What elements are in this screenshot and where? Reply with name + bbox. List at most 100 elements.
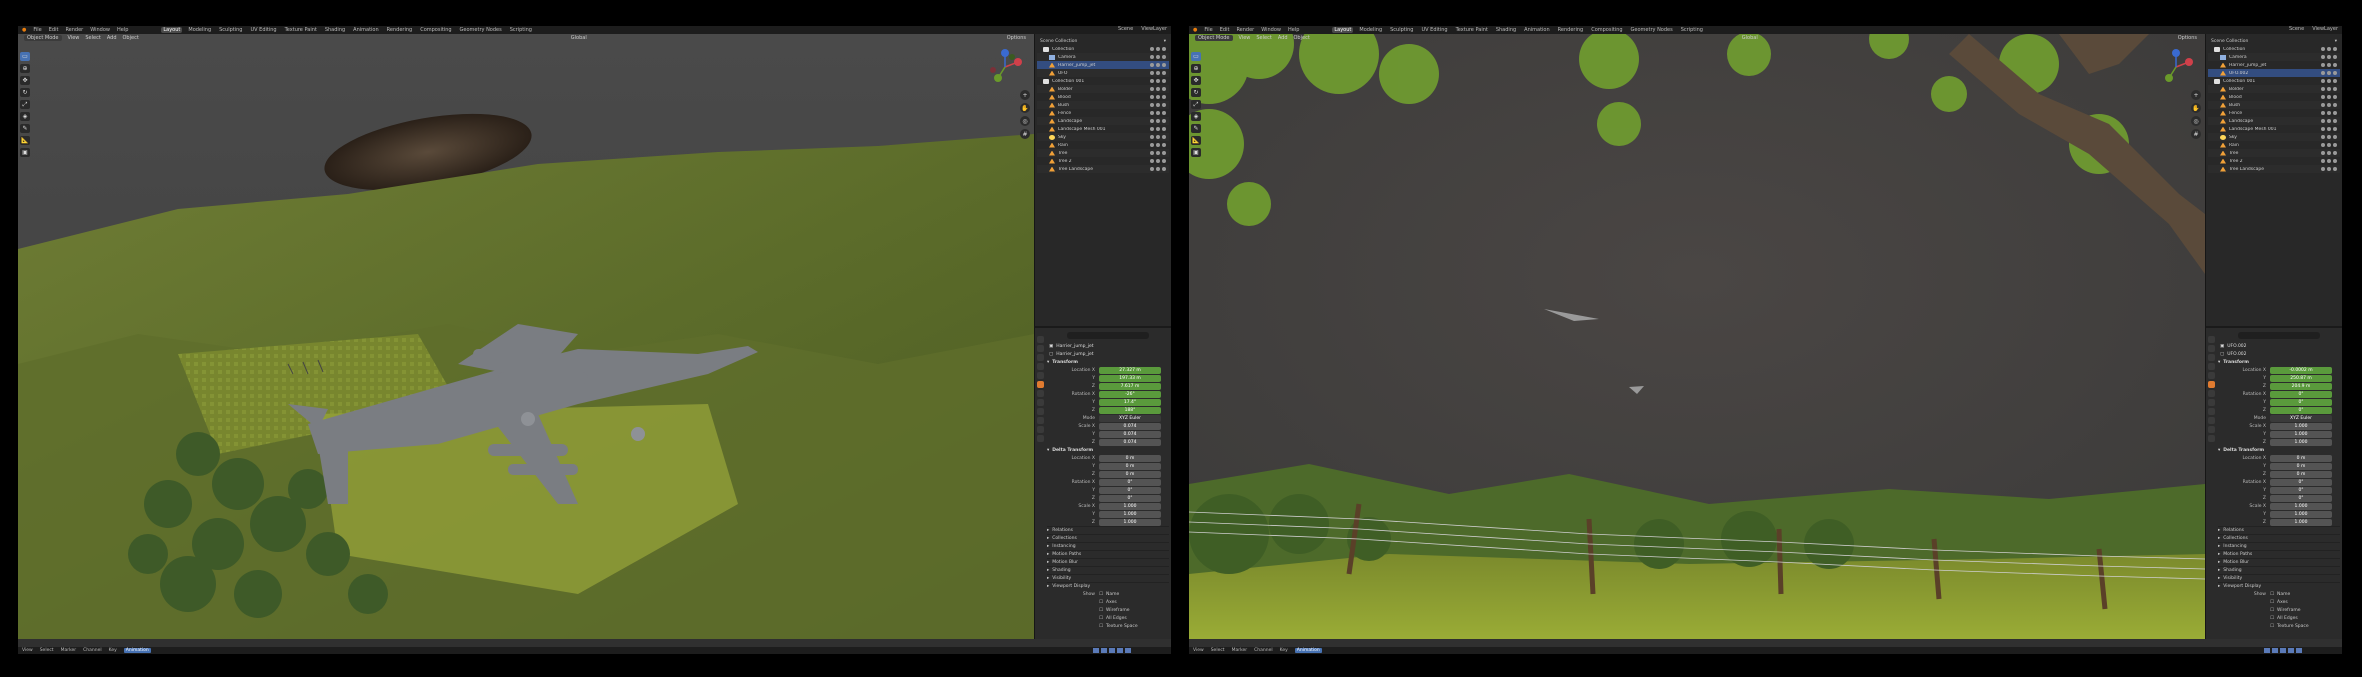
section-collapsed[interactable]: ▸ Collections (2218, 534, 2340, 542)
object-tab-icon[interactable] (2207, 381, 2215, 388)
camera-render-icon[interactable] (1162, 127, 1166, 131)
viewport-menu-view[interactable]: View (68, 35, 80, 41)
playback-button-icon[interactable] (1117, 648, 1123, 653)
camera-render-icon[interactable] (1162, 151, 1166, 155)
eye-icon[interactable] (1156, 87, 1160, 91)
outliner-row[interactable]: Bush (2208, 101, 2340, 109)
camera-render-icon[interactable] (1162, 47, 1166, 51)
workspace-tab-modeling[interactable]: Modeling (186, 27, 213, 33)
delta-location-field[interactable]: 0 m (2270, 470, 2332, 478)
section-collapsed[interactable]: ▸ Motion Paths (1047, 550, 1169, 558)
timeline-menu-key[interactable]: Key (1280, 648, 1288, 653)
menu-render[interactable]: Render (65, 27, 83, 33)
checkbox-icon[interactable] (2321, 63, 2325, 67)
workspace-tab-rendering[interactable]: Rendering (1556, 27, 1586, 33)
checkbox-icon[interactable] (2321, 151, 2325, 155)
eye-icon[interactable] (1156, 71, 1160, 75)
camera-render-icon[interactable] (1162, 119, 1166, 123)
workspace-tab-geometry-nodes[interactable]: Geometry Nodes (458, 27, 504, 33)
outliner-row[interactable]: Landscape Mesh 001 (1037, 125, 1169, 133)
checkbox-icon[interactable] (1150, 55, 1154, 59)
mode-selector[interactable]: Object Mode (24, 35, 62, 41)
measure-icon[interactable]: 📐 (1191, 136, 1201, 145)
playback-button-icon[interactable] (2264, 648, 2270, 653)
rotate-icon[interactable]: ↻ (20, 88, 30, 97)
workspace-tab-sculpting[interactable]: Sculpting (217, 27, 244, 33)
viewport-menu-select[interactable]: Select (1256, 35, 1271, 41)
options-button[interactable]: Options (1007, 35, 1026, 41)
rotation-field[interactable]: 0° (2270, 406, 2332, 414)
eye-icon[interactable] (2327, 111, 2331, 115)
outliner-row[interactable]: Fence (2208, 109, 2340, 117)
eye-icon[interactable] (2327, 47, 2331, 51)
outliner-row[interactable]: Collection 001 (1037, 77, 1169, 85)
rotation-mode-dropdown[interactable]: XYZ Euler (1099, 414, 1161, 422)
checkbox-icon[interactable] (2321, 87, 2325, 91)
checkbox-icon[interactable] (1150, 151, 1154, 155)
checkbox-icon[interactable] (2321, 111, 2325, 115)
section-transform_header[interactable]: ▾ Transform (2218, 358, 2340, 366)
viewport-menu-add[interactable]: Add (107, 35, 117, 41)
outliner-row[interactable]: Tree 2 (2208, 157, 2340, 165)
timeline-menu-view[interactable]: View (1193, 648, 1204, 653)
filter-icon[interactable]: ▾ (1164, 39, 1166, 44)
checkbox-icon[interactable]: ☐ (2270, 600, 2274, 605)
delta-rotation-field[interactable]: 0° (2270, 478, 2332, 486)
blender-logo-icon[interactable]: ● (1193, 27, 1197, 33)
add-cube-icon[interactable]: ▣ (20, 148, 30, 157)
camera-render-icon[interactable] (1162, 55, 1166, 59)
navigation-gizmo-icon[interactable] (2157, 48, 2195, 86)
object-name[interactable]: Harrier_jump_jet (1056, 344, 1093, 349)
object-datablock-name[interactable]: Harrier_jump_jet (1056, 352, 1093, 357)
scale-field[interactable]: 0.074 (1099, 430, 1161, 438)
eye-icon[interactable] (1156, 55, 1160, 59)
checkbox-icon[interactable] (2321, 95, 2325, 99)
checkbox-icon[interactable] (1150, 119, 1154, 123)
camera-render-icon[interactable] (2333, 159, 2337, 163)
timeline-mode-selector[interactable]: Animation (123, 648, 151, 653)
eye-icon[interactable] (1156, 135, 1160, 139)
transform-icon[interactable]: ◈ (1191, 112, 1201, 121)
scene-selector[interactable]: Scene (1118, 26, 1133, 32)
viewport-menu-add[interactable]: Add (1278, 35, 1288, 41)
camera-render-icon[interactable] (2333, 143, 2337, 147)
outliner-row[interactable]: Sky (2208, 133, 2340, 141)
camera-render-icon[interactable] (2333, 135, 2337, 139)
eye-icon[interactable] (1156, 167, 1160, 171)
options-button[interactable]: Options (2178, 35, 2197, 41)
scale-field[interactable]: 1.000 (2270, 422, 2332, 430)
checkbox-icon[interactable] (1150, 47, 1154, 51)
outliner-row[interactable]: Harrier_jump_jet (2208, 61, 2340, 69)
delta-rotation-field[interactable]: 0° (2270, 494, 2332, 502)
zoom-icon[interactable]: + (2191, 90, 2201, 100)
delta-location-field[interactable]: 0 m (1099, 454, 1161, 462)
checkbox-icon[interactable] (2321, 159, 2325, 163)
camera-render-icon[interactable] (1162, 135, 1166, 139)
checkbox-icon[interactable]: ☐ (1099, 624, 1103, 629)
physics-tab-icon[interactable] (2207, 408, 2215, 415)
scale-field[interactable]: 1.000 (2270, 438, 2332, 446)
checkbox-icon[interactable] (2321, 119, 2325, 123)
modifier-tab-icon[interactable] (1036, 390, 1044, 397)
workspace-tab-scripting[interactable]: Scripting (508, 27, 534, 33)
checkbox-icon[interactable] (1150, 111, 1154, 115)
menu-file[interactable]: File (33, 27, 41, 33)
section-collapsed[interactable]: ▸ Viewport Display (1047, 582, 1169, 590)
checkbox-icon[interactable] (2321, 103, 2325, 107)
playback-button-icon[interactable] (1109, 648, 1115, 653)
checkbox-icon[interactable]: ☐ (2270, 608, 2274, 613)
eye-icon[interactable] (2327, 87, 2331, 91)
playback-button-icon[interactable] (1125, 648, 1131, 653)
outliner-row[interactable]: Blood (2208, 93, 2340, 101)
viewport-menu-view[interactable]: View (1239, 35, 1251, 41)
menu-file[interactable]: File (1204, 27, 1212, 33)
tool-tab-icon[interactable] (1036, 336, 1044, 343)
section-collapsed[interactable]: ▸ Relations (2218, 526, 2340, 534)
eye-icon[interactable] (2327, 79, 2331, 83)
eye-icon[interactable] (2327, 71, 2331, 75)
section-collapsed[interactable]: ▸ Visibility (1047, 574, 1169, 582)
section-transform_header[interactable]: ▾ Transform (1047, 358, 1169, 366)
workspace-tab-layout[interactable]: Layout (1332, 27, 1354, 33)
viewport-menu-object[interactable]: Object (123, 35, 139, 41)
rotate-icon[interactable]: ↻ (1191, 88, 1201, 97)
